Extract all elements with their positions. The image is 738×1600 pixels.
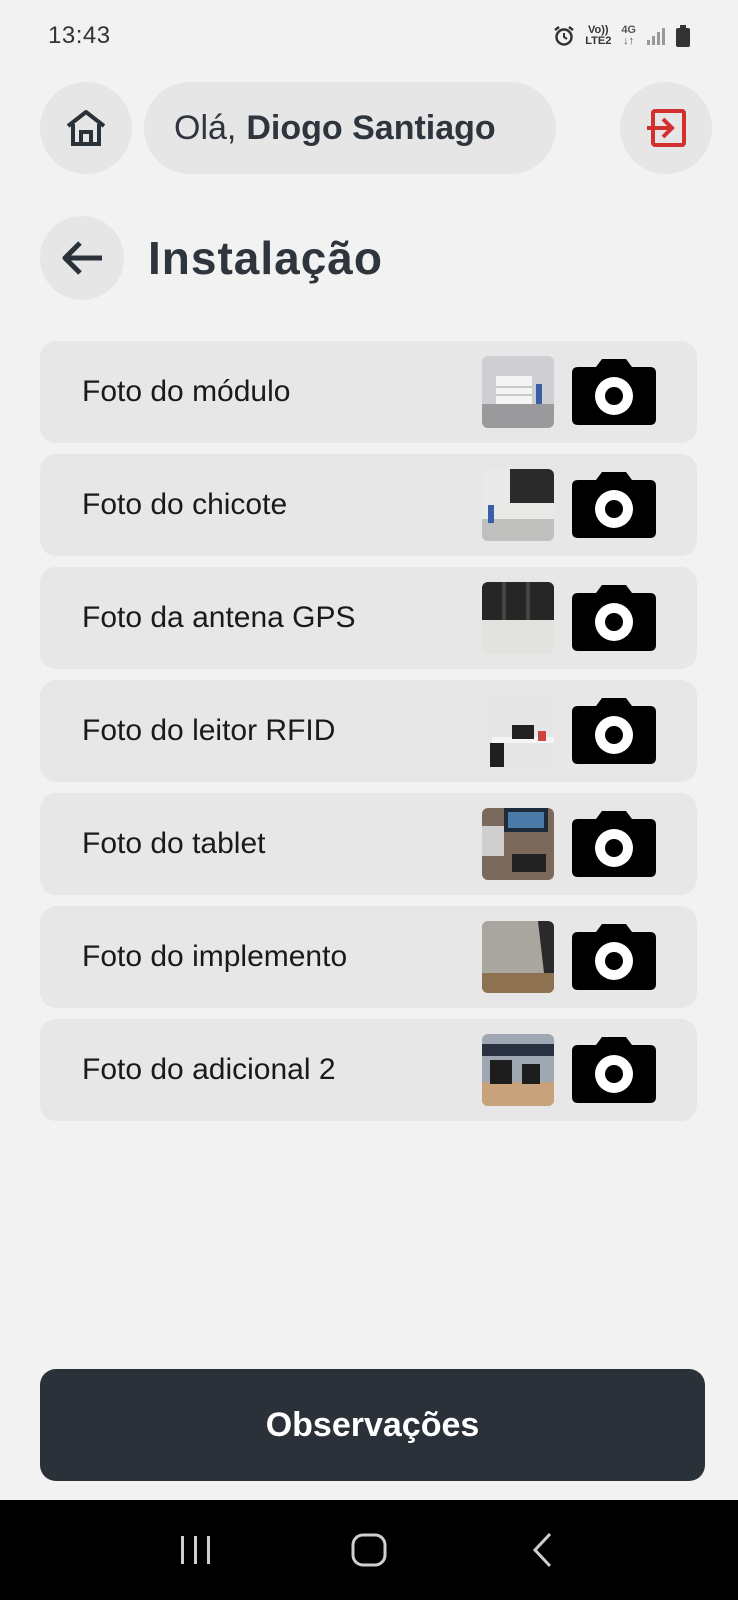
photo-list: Foto do módulo Foto do chicote Foto da a…: [40, 341, 697, 1132]
camera-icon[interactable]: [572, 585, 656, 651]
photo-thumbnail[interactable]: [482, 695, 554, 767]
signal-icon: [647, 28, 665, 45]
back-nav-button[interactable]: [512, 1520, 572, 1580]
photo-item-chicote[interactable]: Foto do chicote: [40, 454, 697, 556]
back-chevron-icon: [532, 1532, 551, 1568]
photo-item-label: Foto do chicote: [82, 488, 288, 521]
status-time: 13:43: [48, 22, 111, 49]
status-icons: Vo)) LTE2 4G ↓↑: [553, 25, 690, 47]
greeting: Olá, Diogo Santiago: [144, 82, 556, 174]
home-circle-icon: [351, 1533, 387, 1567]
home-nav-button[interactable]: [339, 1520, 399, 1580]
photo-thumbnail[interactable]: [482, 921, 554, 993]
back-button[interactable]: [40, 216, 124, 300]
photo-thumbnail[interactable]: [482, 582, 554, 654]
logout-icon: [647, 109, 686, 147]
data-indicator: 4G ↓↑: [621, 25, 636, 47]
photo-item-modulo[interactable]: Foto do módulo: [40, 341, 697, 443]
photo-item-label: Foto do tablet: [82, 827, 266, 860]
greeting-text: Olá,: [174, 108, 237, 147]
alarm-icon: [554, 26, 574, 46]
photo-thumbnail[interactable]: [482, 356, 554, 428]
recent-apps-icon: [181, 1536, 211, 1564]
header: Olá, Diogo Santiago: [40, 82, 712, 176]
photo-item-adicional-2[interactable]: Foto do adicional 2: [40, 1019, 697, 1121]
camera-icon[interactable]: [572, 811, 656, 877]
camera-icon[interactable]: [572, 1037, 656, 1103]
observations-button[interactable]: Observações: [40, 1369, 705, 1481]
camera-icon[interactable]: [572, 698, 656, 764]
photo-item-leitor-rfid[interactable]: Foto do leitor RFID: [40, 680, 697, 782]
arrow-left-icon: [62, 241, 102, 275]
photo-item-antena-gps[interactable]: Foto da antena GPS: [40, 567, 697, 669]
network-indicator: Vo)) LTE2: [585, 25, 611, 47]
camera-icon[interactable]: [572, 924, 656, 990]
home-icon: [66, 110, 106, 146]
logout-button[interactable]: [620, 82, 712, 174]
status-bar: 13:43 Vo)) LTE2 4G ↓↑: [0, 0, 738, 72]
page-title: Instalação: [148, 232, 383, 284]
photo-item-label: Foto do implemento: [82, 940, 348, 973]
photo-item-implemento[interactable]: Foto do implemento: [40, 906, 697, 1008]
photo-item-label: Foto do adicional 2: [82, 1053, 336, 1086]
photo-item-tablet[interactable]: Foto do tablet: [40, 793, 697, 895]
photo-thumbnail[interactable]: [482, 808, 554, 880]
network-bottom-label: LTE2: [585, 35, 612, 47]
photo-item-label: Foto da antena GPS: [82, 601, 356, 634]
camera-icon[interactable]: [572, 359, 656, 425]
camera-icon[interactable]: [572, 472, 656, 538]
title-row: Instalação: [40, 216, 383, 300]
photo-thumbnail[interactable]: [482, 1034, 554, 1106]
photo-thumbnail[interactable]: [482, 469, 554, 541]
recent-apps-button[interactable]: [166, 1520, 226, 1580]
photo-item-label: Foto do módulo: [82, 375, 291, 408]
data-arrows-icon: ↓↑: [623, 35, 635, 47]
user-name: Diogo Santiago: [246, 108, 496, 147]
photo-item-label: Foto do leitor RFID: [82, 714, 336, 747]
home-button[interactable]: [40, 82, 132, 174]
battery-icon: [676, 25, 690, 47]
navigation-bar: [0, 1500, 738, 1600]
